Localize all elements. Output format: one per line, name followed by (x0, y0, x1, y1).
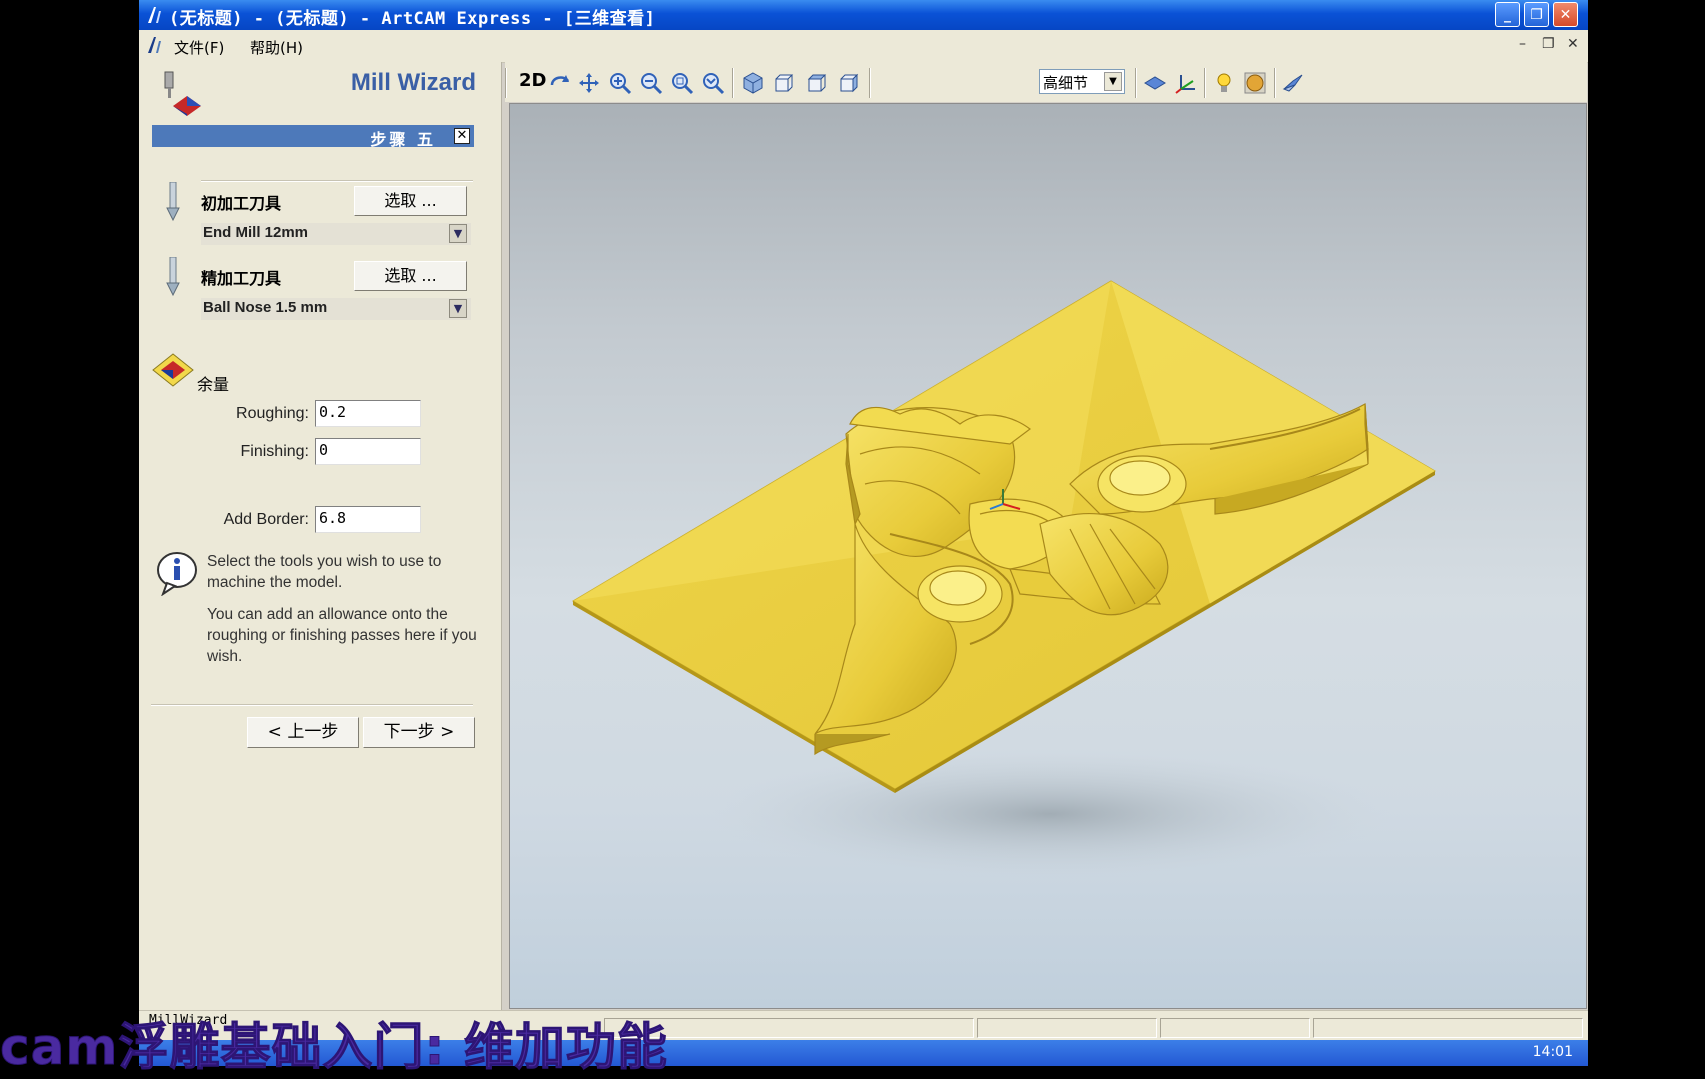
roughing-select-button[interactable]: 选取 ... (354, 186, 467, 216)
add-border-input[interactable]: 6.8 (315, 506, 421, 533)
panel-name-label: MillWizard (149, 1013, 228, 1028)
maximize-button[interactable]: ❐ (1524, 2, 1549, 27)
status-section (1160, 1018, 1310, 1038)
mdi-close-button[interactable]: ✕ (1567, 36, 1579, 52)
close-button[interactable]: ✕ (1553, 2, 1578, 27)
2d-view-button[interactable]: 2D (519, 70, 546, 91)
zoom-window-icon[interactable] (670, 71, 694, 95)
menu-help[interactable]: 帮助(H) (250, 37, 303, 58)
separator (151, 704, 473, 706)
finishing-tool-value: Ball Nose 1.5 mm (203, 299, 328, 316)
menu-file[interactable]: 文件(F) (174, 37, 224, 58)
front-view-icon[interactable] (772, 71, 796, 95)
roughing-tool-value: End Mill 12mm (203, 224, 309, 241)
mill-wizard-icon (164, 71, 201, 116)
finishing-tool-icon (166, 257, 180, 297)
info-text-2: You can add an allowance onto the roughi… (207, 606, 477, 665)
finishing-input[interactable]: 0 (315, 438, 421, 465)
window-title: (无标题) - (无标题) - ArtCAM Express - [三维查看] (169, 9, 656, 29)
step-close-button[interactable]: ✕ (454, 128, 470, 144)
roughing-tool-label: 初加工刀具 (201, 194, 282, 213)
roughing-tool-dropdown[interactable]: End Mill 12mm ▼ (201, 223, 471, 245)
mdi-restore-button[interactable]: ❐ (1542, 36, 1555, 52)
material-icon[interactable] (1243, 71, 1267, 95)
finishing-label: Finishing: (240, 443, 309, 460)
status-section (604, 1018, 974, 1038)
step-header: 步骤 五 ✕ (152, 125, 474, 149)
relief-model (572, 280, 1436, 879)
detail-level-value: 高细节 (1043, 74, 1089, 92)
document-logo-icon (148, 37, 161, 53)
render-icon[interactable] (1281, 71, 1305, 95)
toolbar-separator (732, 68, 734, 98)
toolbar-separator (505, 68, 507, 98)
detail-level-select[interactable]: 高细节 ▼ (1039, 69, 1125, 94)
zoom-fit-icon[interactable] (701, 71, 725, 95)
separator (201, 180, 473, 182)
pan-icon[interactable] (577, 71, 601, 95)
info-icon (157, 552, 197, 596)
roughing-label: Roughing: (236, 405, 309, 422)
artcam-logo-icon (148, 7, 161, 23)
wizard-title: Mill Wizard (350, 69, 476, 96)
status-section (1313, 1018, 1583, 1038)
rotate-icon[interactable] (548, 71, 572, 95)
menu-bar: 文件(F) 帮助(H) – ❐ ✕ (139, 30, 1588, 63)
next-button[interactable]: 下一步 > (363, 717, 475, 748)
clock: 14:01 (1532, 1044, 1573, 1060)
allowance-label: 余量 (197, 375, 230, 394)
chevron-down-icon[interactable]: ▼ (449, 299, 467, 318)
ground-plane-icon[interactable] (1143, 71, 1167, 95)
mdi-minimize-button[interactable]: – (1519, 36, 1526, 52)
toolbar-separator (1204, 68, 1206, 98)
zoom-in-icon[interactable] (608, 71, 632, 95)
step-label: 步骤 五 (370, 130, 436, 149)
minimize-button[interactable]: _ (1495, 2, 1520, 27)
toolbar-separator (1274, 68, 1276, 98)
taskbar: 14:01 (139, 1040, 1588, 1066)
toolbar-separator (869, 68, 871, 98)
info-text-1: Select the tools you wish to use to mach… (207, 553, 442, 591)
zoom-out-icon[interactable] (639, 71, 663, 95)
roughing-tool-icon (166, 182, 180, 222)
view-toolbar: 2D 高细节 ▼ (505, 62, 1587, 102)
axes-icon[interactable] (1173, 71, 1197, 95)
chevron-down-icon[interactable]: ▼ (1104, 72, 1122, 91)
iso-view-icon[interactable] (741, 71, 765, 95)
top-view-icon[interactable] (805, 71, 829, 95)
3d-viewport[interactable] (509, 103, 1587, 1009)
title-bar: (无标题) - (无标题) - ArtCAM Express - [三维查看] … (139, 0, 1588, 30)
status-bar: MillWizard (139, 1010, 1588, 1041)
finishing-tool-label: 精加工刀具 (201, 269, 282, 288)
light-bulb-icon[interactable] (1212, 71, 1236, 95)
finishing-tool-dropdown[interactable]: Ball Nose 1.5 mm ▼ (201, 298, 471, 320)
side-view-icon[interactable] (837, 71, 861, 95)
back-button[interactable]: < 上一步 (247, 717, 359, 748)
mill-wizard-panel: Mill Wizard 步骤 五 ✕ 初加工刀具 选取 ... End Mill… (139, 62, 502, 1010)
roughing-input[interactable]: 0.2 (315, 400, 421, 427)
status-section (977, 1018, 1157, 1038)
add-border-label: Add Border: (223, 511, 309, 528)
artcam-window: (无标题) - (无标题) - ArtCAM Express - [三维查看] … (139, 0, 1588, 1066)
toolbar-separator (1135, 68, 1137, 98)
chevron-down-icon[interactable]: ▼ (449, 224, 467, 243)
finishing-select-button[interactable]: 选取 ... (354, 261, 467, 291)
allowance-icon (152, 353, 194, 387)
